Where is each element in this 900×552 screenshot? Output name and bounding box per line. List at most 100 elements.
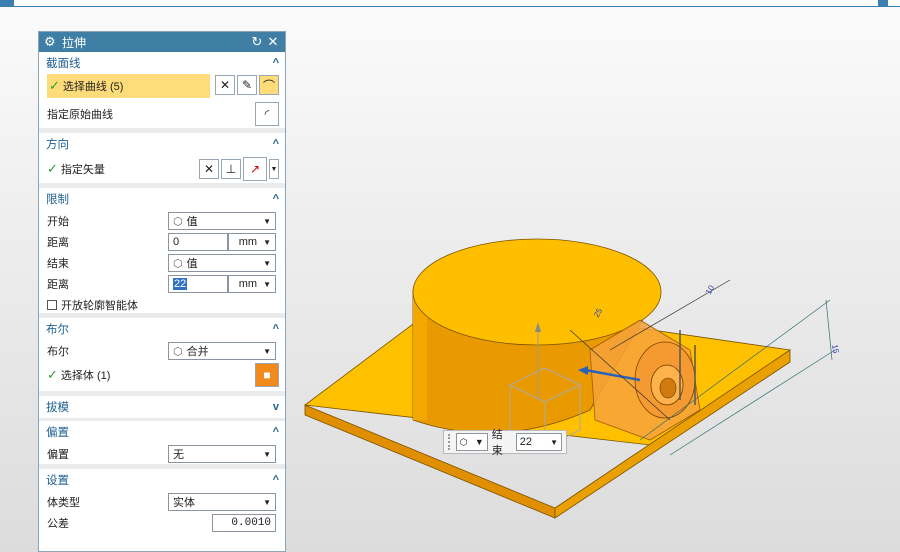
end-label: 结束 [491, 429, 503, 457]
gear-icon: ⚙ [44, 34, 56, 49]
chevron-down-icon: v [272, 401, 279, 413]
end-label: 结束 [47, 257, 69, 270]
dialog-title: 拉伸 [62, 35, 87, 50]
reverse-direction-icon[interactable]: ✕ [199, 159, 219, 179]
draft-header[interactable]: 拔模 v [39, 396, 285, 418]
start-dropdown[interactable]: ⬡ 值 ▼ [168, 212, 276, 230]
specify-vector-label: 指定矢量 [60, 164, 105, 176]
offset-label: 偏置 [47, 448, 69, 461]
dialog-titlebar: ⚙ 拉伸 ↻ ✕ [39, 32, 285, 52]
offset-value: 无 [173, 449, 184, 461]
vector-dropdown-icon[interactable]: ▼ [269, 159, 279, 179]
boolean-value: 合并 [186, 346, 209, 358]
distance1-value: 0 [173, 236, 180, 248]
cube-icon: ⬡ [173, 257, 183, 270]
cube-icon: ⬡ [459, 436, 468, 447]
distance2-value: 22 [173, 278, 188, 290]
dim-label-3: 15 [830, 344, 841, 355]
select-curve-label: 选择曲线 (5) [62, 81, 124, 93]
chevron-up-icon: ^ [272, 323, 279, 335]
tolerance-label: 公差 [47, 517, 69, 530]
section-draft: 拔模 v [39, 396, 285, 421]
distance1-input[interactable]: 0 [168, 233, 228, 251]
open-profile-row: 开放轮廓智能体 [39, 294, 285, 315]
end-value-dropdown[interactable]: 22 ▼ [515, 433, 562, 451]
vector-dialog-icon[interactable]: ↗ [243, 157, 267, 181]
check-icon: ✓ [49, 78, 60, 93]
end-dropdown[interactable]: ⬡ 值 ▼ [168, 254, 276, 272]
floating-end-toolbar: ⬡ ▼ 结束 22 ▼ [443, 429, 567, 457]
limits-header[interactable]: 限制 ^ [39, 188, 285, 210]
distance1-unit: mm [238, 236, 258, 248]
start-value: 值 [186, 216, 198, 228]
toolbar-grip[interactable] [448, 434, 452, 450]
tolerance-input[interactable]: 0.0010 [212, 514, 276, 532]
chevron-down-icon: ▼ [263, 497, 271, 507]
close-icon[interactable]: ✕ [266, 34, 280, 50]
boolean-dropdown[interactable]: ⬡ 合并 ▼ [168, 342, 276, 360]
distance2-label: 距离 [47, 278, 69, 291]
offset-header[interactable]: 偏置 ^ [39, 421, 285, 443]
graphics-viewport[interactable]: 25 10 15 [290, 8, 900, 552]
chevron-up-icon: ^ [272, 57, 279, 69]
chevron-down-icon: ▼ [263, 258, 271, 268]
curve-rule-icon[interactable]: ✕ [215, 75, 235, 95]
chevron-down-icon: ▼ [263, 346, 271, 356]
start-label: 开始 [47, 215, 69, 228]
chevron-down-icon: ▼ [263, 279, 271, 289]
tolerance-value: 0.0010 [231, 517, 271, 529]
reset-icon[interactable]: ↻ [250, 34, 264, 50]
chevron-down-icon: ▼ [263, 237, 271, 247]
direction-title: 方向 [46, 139, 69, 151]
extrude-dialog: ⚙ 拉伸 ↻ ✕ 截面线 ^ ✓ 选择曲线 (5) ✕ ✎ ⌒ 指定原始曲线 ◜ … [38, 31, 286, 552]
settings-title: 设置 [46, 475, 69, 487]
body-type-label: 体类型 [47, 496, 80, 509]
end-value-text: 22 [519, 436, 533, 448]
chevron-up-icon: ^ [272, 138, 279, 150]
select-body-icon[interactable]: ■ [255, 363, 279, 387]
distance2-input[interactable]: 22 [168, 275, 228, 293]
body-type-value: 实体 [173, 497, 195, 509]
open-profile-label: 开放轮廓智能体 [61, 299, 138, 312]
select-body-label: 选择体 (1) [60, 370, 111, 382]
end-value: 值 [186, 258, 198, 270]
specify-curve-row: 指定原始曲线 ◜ [39, 100, 285, 128]
original-curve-icon[interactable]: ◜ [255, 102, 279, 126]
section-settings: 设置 ^ 体类型 实体 ▼ 公差 0.0010 [39, 469, 285, 539]
section-limits: 限制 ^ 开始 ⬡ 值 ▼ 距离 0 mm ▼ 结束 ⬡ 值 ▼ 距离 22 mm ▼ 开放轮… [39, 188, 285, 318]
specify-vector-row: ✓ 指定矢量 ✕ ⊥ ↗ ▼ [39, 155, 285, 183]
end-type-dropdown[interactable]: ⬡ ▼ [455, 433, 488, 451]
select-body-row: ✓ 选择体 (1) ■ [39, 361, 285, 389]
settings-header[interactable]: 设置 ^ [39, 469, 285, 491]
chevron-down-icon: ▼ [263, 216, 271, 226]
boolean-header[interactable]: 布尔 ^ [39, 318, 285, 340]
check-icon: ✓ [47, 367, 58, 382]
curve-icon[interactable]: ⌒ [259, 75, 279, 95]
select-curve-row[interactable]: ✓ 选择曲线 (5) [47, 74, 210, 98]
boolean-label: 布尔 [47, 345, 69, 358]
distance1-unit-dropdown[interactable]: mm ▼ [228, 233, 276, 251]
chevron-down-icon: ▼ [474, 437, 484, 447]
distance1-label: 距离 [47, 236, 69, 249]
section-direction: 方向 ^ ✓ 指定矢量 ✕ ⊥ ↗ ▼ [39, 133, 285, 188]
section-curve-header[interactable]: 截面线 ^ [39, 52, 285, 74]
specify-curve-label: 指定原始曲线 [47, 109, 113, 121]
top-ribbon-edge [0, 0, 900, 7]
section-curve-title: 截面线 [46, 58, 81, 70]
chevron-down-icon: ▼ [263, 449, 271, 459]
body-type-dropdown[interactable]: 实体 ▼ [168, 493, 276, 511]
chevron-up-icon: ^ [272, 474, 279, 486]
section-curve: 截面线 ^ ✓ 选择曲线 (5) ✕ ✎ ⌒ 指定原始曲线 ◜ [39, 52, 285, 133]
limits-title: 限制 [46, 194, 69, 206]
vector-axis-icon[interactable]: ⊥ [221, 159, 241, 179]
draft-title: 拔模 [46, 402, 69, 414]
sketch-section-icon[interactable]: ✎ [237, 75, 257, 95]
distance2-unit-dropdown[interactable]: mm ▼ [228, 275, 276, 293]
open-profile-checkbox[interactable] [47, 299, 57, 310]
boolean-title: 布尔 [46, 324, 69, 336]
cube-icon: ⬡ [173, 215, 183, 228]
direction-header[interactable]: 方向 ^ [39, 133, 285, 155]
offset-dropdown[interactable]: 无 ▼ [168, 445, 276, 463]
unite-icon: ⬡ [173, 345, 183, 358]
chevron-down-icon: ▼ [550, 437, 558, 447]
